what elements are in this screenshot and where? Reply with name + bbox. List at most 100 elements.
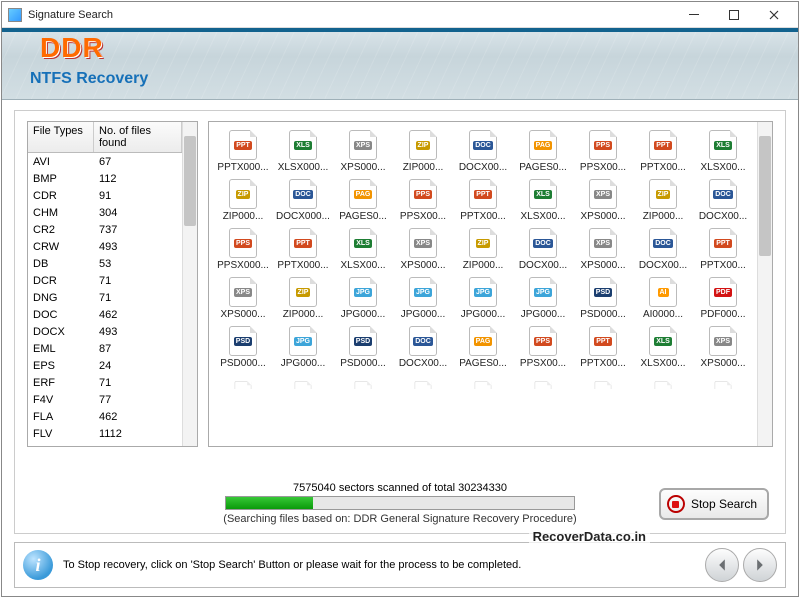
file-item[interactable]: XLSXLSX00... [333, 228, 393, 271]
file-item[interactable]: DOCDOCX00... [633, 228, 693, 271]
table-row[interactable]: EML87 [28, 340, 182, 357]
file-item[interactable]: ZIPZIP000... [273, 277, 333, 320]
file-item[interactable]: JPGJPG000... [273, 326, 333, 369]
file-name: JPG000... [334, 309, 392, 320]
file-name: PPTX000... [274, 260, 332, 271]
file-icon: DOC [409, 326, 437, 356]
table-row[interactable]: FLA462 [28, 408, 182, 425]
table-row[interactable]: DCR71 [28, 272, 182, 289]
file-icon: PAG [349, 179, 377, 209]
stop-search-button[interactable]: Stop Search [659, 488, 769, 520]
file-item[interactable]: PDFPDF000... [693, 277, 753, 320]
file-item[interactable]: XPSXPS000... [573, 179, 633, 222]
file-item[interactable]: PSDPSD000... [573, 277, 633, 320]
file-name: DOCX00... [514, 260, 572, 271]
file-item[interactable]: PPSPPSX00... [393, 179, 453, 222]
file-name: ZIP000... [454, 260, 512, 271]
file-icon: PPT [589, 326, 617, 356]
file-name: PSD000... [214, 358, 272, 369]
file-item[interactable]: XLSXLSX000... [273, 130, 333, 173]
table-row[interactable]: F4V77 [28, 391, 182, 408]
file-name: DOCX00... [634, 260, 692, 271]
file-name: AI0000... [634, 309, 692, 320]
file-icon: PSD [589, 277, 617, 307]
file-item[interactable]: XLSXLSX00... [633, 326, 693, 369]
table-row[interactable]: CRW493 [28, 238, 182, 255]
file-item[interactable]: PPTPPTX00... [573, 326, 633, 369]
file-icon: PPT [649, 130, 677, 160]
file-item[interactable]: DOCDOCX000... [273, 179, 333, 222]
file-item[interactable]: DOCDOCX00... [393, 326, 453, 369]
file-icon: DOC [709, 179, 737, 209]
col-files-found[interactable]: No. of files found [94, 122, 182, 152]
file-name: DOCX000... [274, 211, 332, 222]
file-item[interactable]: PPTPPTX000... [213, 130, 273, 173]
file-item[interactable]: PAGPAGES0... [453, 326, 513, 369]
file-item[interactable]: ZIPZIP000... [213, 179, 273, 222]
file-icon: ZIP [289, 277, 317, 307]
file-icon: PPS [529, 326, 557, 356]
app-window: Signature Search DDR NTFS Recovery File … [1, 1, 799, 597]
file-item[interactable]: XPSXPS000... [213, 277, 273, 320]
file-item[interactable]: PAGPAGES0... [333, 179, 393, 222]
file-item[interactable]: JPG JPG000... [333, 277, 393, 320]
file-item[interactable]: DOCDOCX00... [693, 179, 753, 222]
maximize-button[interactable] [714, 4, 754, 26]
table-row[interactable]: AVI67 [28, 153, 182, 170]
table-row[interactable]: EPS24 [28, 357, 182, 374]
file-item[interactable]: ZIPZIP000... [453, 228, 513, 271]
file-item[interactable]: PPTPPTX00... [693, 228, 753, 271]
file-item[interactable]: XLSXLSX00... [693, 130, 753, 173]
file-item[interactable]: PSDPSD000... [333, 326, 393, 369]
file-name: XPS000... [694, 358, 752, 369]
file-item[interactable]: XPSXPS000... [333, 130, 393, 173]
table-row[interactable]: BMP112 [28, 170, 182, 187]
titlebar[interactable]: Signature Search [2, 2, 798, 28]
file-item[interactable]: XPSXPS000... [573, 228, 633, 271]
file-name: JPG000... [454, 309, 512, 320]
forward-button[interactable] [743, 548, 777, 582]
table-row[interactable]: CR2737 [28, 221, 182, 238]
file-item[interactable]: PPSPPSX000... [213, 228, 273, 271]
file-item[interactable]: DOCDOCX00... [513, 228, 573, 271]
back-button[interactable] [705, 548, 739, 582]
minimize-button[interactable] [674, 4, 714, 26]
file-item[interactable]: PPSPPSX00... [573, 130, 633, 173]
file-item[interactable]: ZIPZIP000... [633, 179, 693, 222]
vertical-scrollbar[interactable] [182, 122, 197, 446]
vertical-scrollbar[interactable] [757, 122, 772, 446]
file-icon: JPG [349, 277, 377, 307]
file-item[interactable]: PPTPPTX00... [453, 179, 513, 222]
info-icon: i [23, 550, 53, 580]
file-name: XPS000... [394, 260, 452, 271]
file-name: XLSX00... [334, 260, 392, 271]
table-row[interactable]: DOCX493 [28, 323, 182, 340]
file-icon: PAG [469, 326, 497, 356]
file-item[interactable]: PAGPAGES0... [513, 130, 573, 173]
close-button[interactable] [754, 4, 794, 26]
file-item[interactable]: PPTPPTX00... [633, 130, 693, 173]
file-item[interactable]: PPTPPTX000... [273, 228, 333, 271]
file-item[interactable]: PSDPSD000... [213, 326, 273, 369]
table-row[interactable]: CHM304 [28, 204, 182, 221]
table-row[interactable]: DB53 [28, 255, 182, 272]
file-item[interactable]: JPGJPG000... [513, 277, 573, 320]
file-item[interactable]: DOCDOCX00... [453, 130, 513, 173]
file-icon: JPG [469, 277, 497, 307]
file-item[interactable]: PPSPPSX00... [513, 326, 573, 369]
file-item[interactable]: XPSXPS000... [393, 228, 453, 271]
file-name: XLSX00... [634, 358, 692, 369]
watermark: RecoverData.co.in [529, 528, 650, 545]
table-row[interactable]: CDR91 [28, 187, 182, 204]
file-item[interactable]: JPG JPG000... [453, 277, 513, 320]
col-file-types[interactable]: File Types [28, 122, 94, 152]
table-row[interactable]: ERF71 [28, 374, 182, 391]
file-item[interactable]: XLSXLSX00... [513, 179, 573, 222]
file-item[interactable]: JPGJPG000... [393, 277, 453, 320]
table-row[interactable]: FLV1112 [28, 425, 182, 442]
table-row[interactable]: DNG71 [28, 289, 182, 306]
file-item[interactable]: ZIPZIP000... [393, 130, 453, 173]
table-row[interactable]: DOC462 [28, 306, 182, 323]
file-item[interactable]: XPSXPS000... [693, 326, 753, 369]
file-item[interactable]: AIAI0000... [633, 277, 693, 320]
